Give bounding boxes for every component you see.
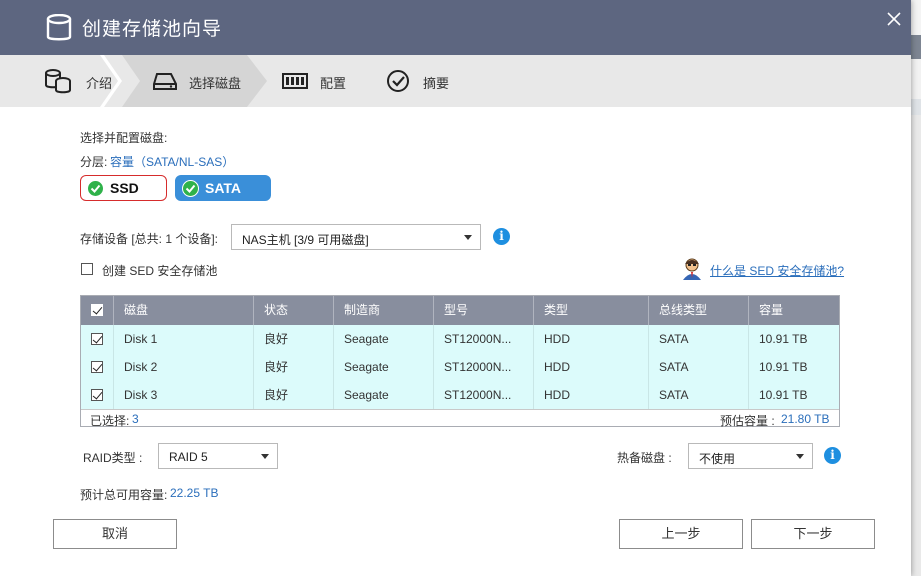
tier-sata-button[interactable]: SATA <box>175 175 271 201</box>
column-header[interactable]: 容量 <box>748 296 839 325</box>
wizard-steps: 介绍 选择磁盘 配置 摘要 <box>0 55 911 107</box>
step-label: 摘要 <box>423 76 450 91</box>
chevron-down-icon <box>464 235 472 240</box>
info-icon[interactable]: i <box>824 447 841 464</box>
cell-bus: SATA <box>648 353 748 381</box>
column-header[interactable]: 制造商 <box>333 296 433 325</box>
table-header: 磁盘 状态 制造商 型号 类型 总线类型 容量 <box>81 296 839 325</box>
sed-help-link[interactable]: 什么是 SED 安全存储池? <box>710 262 844 279</box>
check-icon <box>87 180 104 197</box>
table-row[interactable]: Disk 3 良好 Seagate ST12000N... HDD SATA 1… <box>81 381 839 409</box>
table-footer: 已选择: 3 预估容量 : 21.80 TB <box>81 409 839 428</box>
cell-capacity: 10.91 TB <box>748 353 839 381</box>
step-label: 选择磁盘 <box>189 76 242 91</box>
column-header[interactable]: 型号 <box>433 296 533 325</box>
instruction-text: 选择并配置磁盘: <box>80 131 168 145</box>
row-checkbox[interactable] <box>91 361 103 373</box>
sed-checkbox-label: 创建 SED 安全存储池 <box>102 264 218 278</box>
hot-spare-select[interactable]: 不使用 <box>688 443 813 469</box>
estimated-capacity-value: 21.80 TB <box>781 412 830 426</box>
disk-drive-icon <box>153 73 177 90</box>
cell-disk: Disk 2 <box>113 353 253 381</box>
hot-spare-value: 不使用 <box>699 452 736 466</box>
cell-capacity: 10.91 TB <box>748 325 839 353</box>
raid-type-label: RAID类型 : <box>83 451 143 465</box>
tier-label: 分层: <box>80 155 108 169</box>
raid-type-select[interactable]: RAID 5 <box>158 443 278 469</box>
cell-manufacturer: Seagate <box>333 381 433 409</box>
database-icon <box>45 69 71 94</box>
cell-disk: Disk 3 <box>113 381 253 409</box>
table-body: Disk 1 良好 Seagate ST12000N... HDD SATA 1… <box>81 325 839 409</box>
cell-model: ST12000N... <box>433 353 533 381</box>
cell-status: 良好 <box>253 325 333 353</box>
estimated-capacity-label: 预估容量 : <box>720 414 775 428</box>
row-checkbox[interactable] <box>91 333 103 345</box>
cell-bus: SATA <box>648 325 748 353</box>
step-intro: 介绍 <box>44 55 124 107</box>
dialog-titlebar: 创建存储池向导 <box>0 0 911 55</box>
step-summary: 摘要 <box>386 55 466 107</box>
cell-type: HDD <box>533 353 648 381</box>
database-icon <box>46 14 72 41</box>
column-header[interactable]: 总线类型 <box>648 296 748 325</box>
raid-type-value: RAID 5 <box>169 450 208 464</box>
enclosure-select[interactable]: NAS主机 [3/9 可用磁盘] <box>231 224 481 250</box>
step-configure: 配置 <box>282 55 362 107</box>
sed-checkbox[interactable] <box>81 263 93 275</box>
step-label: 介绍 <box>86 76 113 91</box>
selected-label: 已选择: <box>90 414 130 428</box>
info-icon[interactable]: i <box>493 228 510 245</box>
cell-disk: Disk 1 <box>113 325 253 353</box>
usable-capacity-label: 预计总可用容量: <box>80 488 168 502</box>
cell-status: 良好 <box>253 381 333 409</box>
usable-capacity-value: 22.25 TB <box>170 486 219 500</box>
cell-bus: SATA <box>648 381 748 409</box>
cell-capacity: 10.91 TB <box>748 381 839 409</box>
table-row[interactable]: Disk 2 良好 Seagate ST12000N... HDD SATA 1… <box>81 353 839 381</box>
chevron-down-icon <box>261 454 269 459</box>
selected-count: 3 <box>132 412 139 426</box>
cell-status: 良好 <box>253 353 333 381</box>
column-header[interactable]: 磁盘 <box>113 296 253 325</box>
cell-manufacturer: Seagate <box>333 325 433 353</box>
step-label: 配置 <box>320 76 347 91</box>
check-circle-icon <box>387 70 409 92</box>
column-header[interactable]: 状态 <box>253 296 333 325</box>
check-icon <box>182 180 199 197</box>
cell-model: ST12000N... <box>433 381 533 409</box>
table-row[interactable]: Disk 1 良好 Seagate ST12000N... HDD SATA 1… <box>81 325 839 353</box>
tier-ssd-button[interactable]: SSD <box>80 175 167 201</box>
cell-type: HDD <box>533 325 648 353</box>
cell-manufacturer: Seagate <box>333 353 433 381</box>
dialog-title: 创建存储池向导 <box>82 19 223 40</box>
enclosure-label: 存储设备 [总共: 1 个设备]: <box>80 232 219 246</box>
back-button[interactable]: 上一步 <box>619 519 743 549</box>
column-header[interactable]: 类型 <box>533 296 648 325</box>
tier-value: 容量（SATA/NL-SAS） <box>110 155 235 169</box>
disk-table: 磁盘 状态 制造商 型号 类型 总线类型 容量 Disk 1 良好 Seagat… <box>80 295 840 428</box>
tier-sata-label: SATA <box>205 180 242 196</box>
helper-person-icon <box>683 258 701 280</box>
tier-ssd-label: SSD <box>110 180 139 196</box>
enclosure-select-value: NAS主机 [3/9 可用磁盘] <box>242 233 369 247</box>
create-storage-pool-dialog: 创建存储池向导 介绍 选择磁盘 配置 摘要 选择并配置磁盘: 分层: 容量（SA… <box>0 0 911 576</box>
select-all-checkbox[interactable] <box>91 304 103 316</box>
close-button[interactable] <box>883 8 905 30</box>
hot-spare-label: 热备磁盘 : <box>617 451 672 465</box>
config-icon <box>282 73 308 89</box>
cancel-button[interactable]: 取消 <box>53 519 177 549</box>
cell-model: ST12000N... <box>433 325 533 353</box>
close-icon <box>887 12 901 26</box>
next-button[interactable]: 下一步 <box>751 519 875 549</box>
step-select-disks: 选择磁盘 <box>152 55 252 107</box>
chevron-down-icon <box>796 454 804 459</box>
cell-type: HDD <box>533 381 648 409</box>
row-checkbox[interactable] <box>91 389 103 401</box>
